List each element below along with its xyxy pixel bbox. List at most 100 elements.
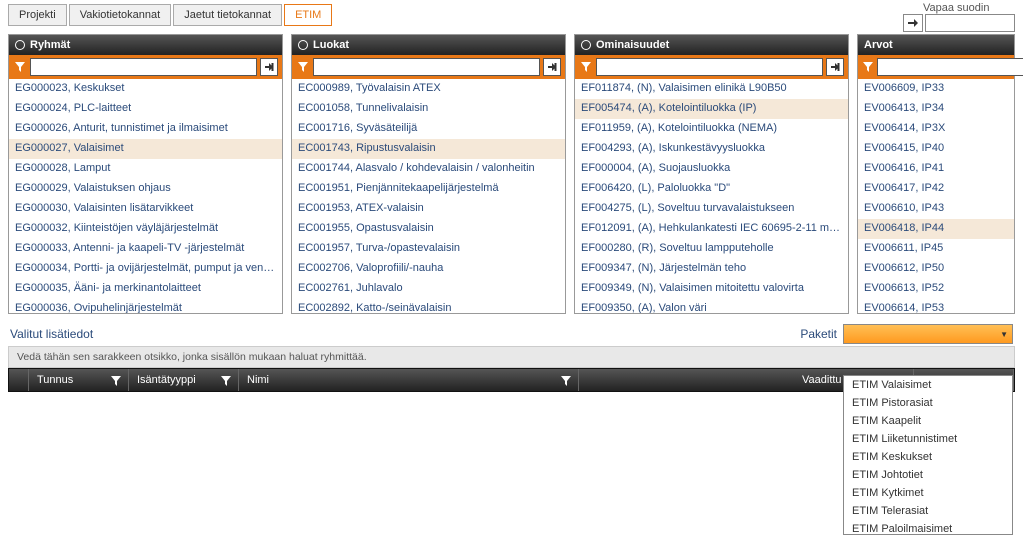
panel-groups: RyhmätEG000023, KeskuksetEG000024, PLC-l… xyxy=(8,34,283,314)
list-item[interactable]: EV006418, IP44 xyxy=(858,219,1014,239)
list-item[interactable]: EC001058, Tunnelivalaisin xyxy=(292,99,565,119)
panel-list[interactable]: EC000989, Työvalaisin ATEXEC001058, Tunn… xyxy=(292,79,565,313)
panel-filter-row xyxy=(292,55,565,79)
paketit-dropdown[interactable]: ▼ xyxy=(843,324,1013,344)
list-item[interactable]: EC001955, Opastusvalaisin xyxy=(292,219,565,239)
funnel-icon[interactable] xyxy=(579,60,593,74)
dropdown-item[interactable]: ETIM Kytkimet xyxy=(844,484,1012,502)
list-item[interactable]: EG000033, Antenni- ja kaapeli-TV -järjes… xyxy=(9,239,282,259)
funnel-icon[interactable] xyxy=(296,60,310,74)
list-item[interactable]: EF006420, (L), Paloluokka "D" xyxy=(575,179,848,199)
panel-filter-input[interactable] xyxy=(596,58,823,76)
list-item[interactable]: EC002706, Valoprofiili/-nauha xyxy=(292,259,565,279)
dropdown-item[interactable]: ETIM Pistorasiat xyxy=(844,394,1012,412)
list-item[interactable]: EV006415, IP40 xyxy=(858,139,1014,159)
list-item[interactable]: EC001957, Turva-/opastevalaisin xyxy=(292,239,565,259)
list-item[interactable]: EC001744, Alasvalo / kohdevalaisin / val… xyxy=(292,159,565,179)
list-item[interactable]: EG000026, Anturit, tunnistimet ja ilmais… xyxy=(9,119,282,139)
free-filter-label: Vapaa suodin xyxy=(923,2,1015,14)
grid-col-label: Tunnus xyxy=(37,374,73,386)
list-item[interactable]: EF011874, (N), Valaisimen elinikä L90B50 xyxy=(575,79,848,99)
clear-filter-button[interactable] xyxy=(826,58,844,76)
list-item[interactable]: EC000989, Työvalaisin ATEX xyxy=(292,79,565,99)
list-item[interactable]: EG000024, PLC-laitteet xyxy=(9,99,282,119)
list-item[interactable]: EC002892, Katto-/seinävalaisin xyxy=(292,299,565,313)
grid-col-tunnus[interactable]: Tunnus xyxy=(29,369,129,391)
list-item[interactable]: EC001953, ATEX-valaisin xyxy=(292,199,565,219)
list-item[interactable]: EV006416, IP41 xyxy=(858,159,1014,179)
list-item[interactable]: EG000023, Keskukset xyxy=(9,79,282,99)
panel-filter-input[interactable] xyxy=(30,58,257,76)
paketit-dropdown-list[interactable]: ETIM ValaisimetETIM PistorasiatETIM Kaap… xyxy=(843,375,1013,535)
list-item[interactable]: EC002761, Juhlavalo xyxy=(292,279,565,299)
panel-filter-input[interactable] xyxy=(313,58,540,76)
grid-col-label: Isäntätyyppi xyxy=(137,374,196,386)
tab-jaetut tietokannat[interactable]: Jaetut tietokannat xyxy=(173,4,282,26)
funnel-icon[interactable] xyxy=(862,60,874,74)
tab-etim[interactable]: ETIM xyxy=(284,4,332,26)
list-item[interactable]: EF005474, (A), Kotelointiluokka (IP) xyxy=(575,99,848,119)
radio-icon[interactable] xyxy=(581,40,591,50)
list-item[interactable]: EF000004, (A), Suojausluokka xyxy=(575,159,848,179)
grid-col-label: Nimi xyxy=(247,374,269,386)
list-item[interactable]: EF004293, (A), Iskunkestävyysluokka xyxy=(575,139,848,159)
panel-filter-row xyxy=(9,55,282,79)
list-item[interactable]: EG000032, Kiinteistöjen väyläjärjestelmä… xyxy=(9,219,282,239)
funnel-icon[interactable] xyxy=(110,375,120,385)
dropdown-item[interactable]: ETIM Kaapelit xyxy=(844,412,1012,430)
list-item[interactable]: EG000030, Valaisinten lisätarvikkeet xyxy=(9,199,282,219)
funnel-icon[interactable] xyxy=(220,375,230,385)
list-item[interactable]: EC001743, Ripustusvalaisin xyxy=(292,139,565,159)
tab-projekti[interactable]: Projekti xyxy=(8,4,67,26)
list-item[interactable]: EV006609, IP33 xyxy=(858,79,1014,99)
list-item[interactable]: EF009347, (N), Järjestelmän teho xyxy=(575,259,848,279)
panel-list[interactable]: EF011874, (N), Valaisimen elinikä L90B50… xyxy=(575,79,848,313)
list-item[interactable]: EV006417, IP42 xyxy=(858,179,1014,199)
list-item[interactable]: EF004275, (L), Soveltuu turvavalaistukse… xyxy=(575,199,848,219)
list-item[interactable]: EV006610, IP43 xyxy=(858,199,1014,219)
list-item[interactable]: EF000280, (R), Soveltuu lampputeholle xyxy=(575,239,848,259)
list-item[interactable]: EV006612, IP50 xyxy=(858,259,1014,279)
dropdown-item[interactable]: ETIM Johtotiet xyxy=(844,466,1012,484)
panel-filter-input[interactable] xyxy=(877,58,1023,76)
dropdown-item[interactable]: ETIM Telerasiat xyxy=(844,502,1012,520)
grid-filter-bar[interactable] xyxy=(9,369,29,391)
dropdown-item[interactable]: ETIM Valaisimet xyxy=(844,376,1012,394)
radio-icon[interactable] xyxy=(298,40,308,50)
free-filter-input[interactable] xyxy=(925,14,1015,32)
radio-icon[interactable] xyxy=(15,40,25,50)
list-item[interactable]: EV006413, IP34 xyxy=(858,99,1014,119)
list-item[interactable]: EV006613, IP52 xyxy=(858,279,1014,299)
funnel-icon[interactable] xyxy=(560,375,570,385)
list-item[interactable]: EF012091, (A), Hehkulankatesti IEC 60695… xyxy=(575,219,848,239)
list-item[interactable]: EG000035, Ääni- ja merkinantolaitteet xyxy=(9,279,282,299)
list-item[interactable]: EG000029, Valaistuksen ohjaus xyxy=(9,179,282,199)
panel-features: Ominaisuudet EF011874, (N), Valaisimen el… xyxy=(574,34,849,314)
clear-filter-button[interactable] xyxy=(260,58,278,76)
clear-filter-button[interactable] xyxy=(543,58,561,76)
apply-filter-button[interactable] xyxy=(903,14,923,32)
dropdown-item[interactable]: ETIM Keskukset xyxy=(844,448,1012,466)
dropdown-item[interactable]: ETIM Liiketunnistimet xyxy=(844,430,1012,448)
list-item[interactable]: EG000027, Valaisimet xyxy=(9,139,282,159)
list-item[interactable]: EC001716, Syväsäteilijä xyxy=(292,119,565,139)
list-item[interactable]: EG000034, Portti- ja ovijärjestelmät, pu… xyxy=(9,259,282,279)
grid-col-isäntätyyppi[interactable]: Isäntätyyppi xyxy=(129,369,239,391)
group-hint: Vedä tähän sen sarakkeen otsikko, jonka … xyxy=(8,346,1015,368)
list-item[interactable]: EV006611, IP45 xyxy=(858,239,1014,259)
dropdown-item[interactable]: ETIM Paloilmaisimet xyxy=(844,520,1012,535)
list-item[interactable]: EF011959, (A), Kotelointiluokka (NEMA) xyxy=(575,119,848,139)
list-item[interactable]: EF009350, (A), Valon väri xyxy=(575,299,848,313)
tab-vakiotietokannat[interactable]: Vakiotietokannat xyxy=(69,4,172,26)
panel-list[interactable]: EG000023, KeskuksetEG000024, PLC-laittee… xyxy=(9,79,282,313)
list-item[interactable]: EV006414, IP3X xyxy=(858,119,1014,139)
list-item[interactable]: EC001951, Pienjännitekaapelijärjestelmä xyxy=(292,179,565,199)
grid-col-nimi[interactable]: Nimi xyxy=(239,369,579,391)
funnel-icon[interactable] xyxy=(13,60,27,74)
list-item[interactable]: EG000028, Lamput xyxy=(9,159,282,179)
list-item[interactable]: EV006614, IP53 xyxy=(858,299,1014,313)
list-item[interactable]: EF009349, (N), Valaisimen mitoitettu val… xyxy=(575,279,848,299)
panel-header-features: Ominaisuudet xyxy=(575,35,848,55)
list-item[interactable]: EG000036, Ovipuhelinjärjestelmät xyxy=(9,299,282,313)
panel-list[interactable]: EV006609, IP33EV006413, IP34EV006414, IP… xyxy=(858,79,1014,313)
